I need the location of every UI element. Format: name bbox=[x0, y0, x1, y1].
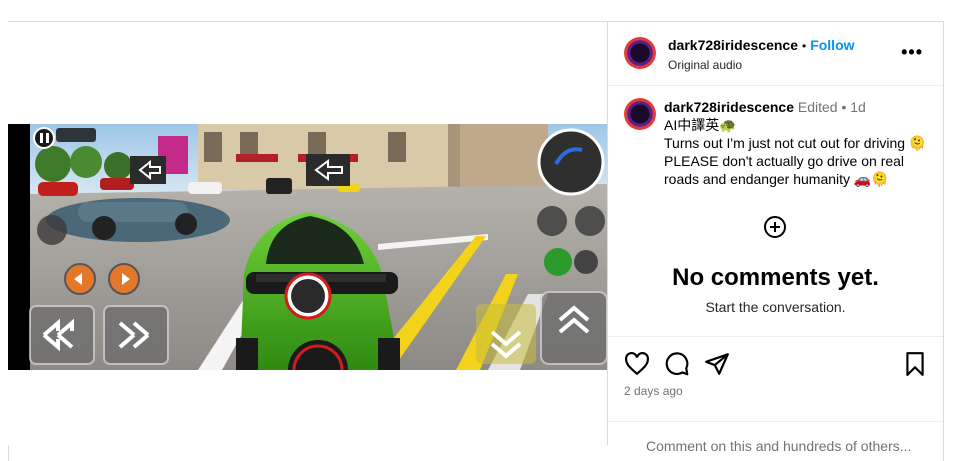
share-send-icon[interactable] bbox=[704, 351, 730, 377]
caption-age: 1d bbox=[850, 99, 866, 115]
caption: dark728iridescence Edited • 1d AI中譯英🐢 Tu… bbox=[664, 98, 934, 188]
comment-input[interactable]: Comment on this and hundreds of others..… bbox=[608, 421, 943, 454]
save-bookmark-icon[interactable] bbox=[902, 351, 928, 377]
audio-label[interactable]: Original audio bbox=[668, 58, 855, 72]
caption-avatar[interactable] bbox=[624, 98, 656, 130]
add-comment-icon bbox=[764, 216, 786, 238]
avatar[interactable] bbox=[624, 37, 656, 69]
action-bar: 2 days ago Comment on this and hundreds … bbox=[608, 336, 943, 454]
header-username[interactable]: dark728iridescence bbox=[668, 37, 798, 53]
follow-button[interactable]: Follow bbox=[810, 37, 854, 53]
media-area bbox=[8, 22, 607, 445]
post-date: 2 days ago bbox=[624, 384, 683, 398]
caption-separator: • bbox=[841, 99, 847, 115]
comment-icon[interactable] bbox=[664, 351, 690, 377]
caption-line-2: Turns out I'm just not cut out for drivi… bbox=[664, 135, 927, 151]
caption-line-1: AI中譯英🐢 bbox=[664, 117, 737, 133]
caption-line-3: PLEASE don't actually go drive on real r… bbox=[664, 153, 905, 187]
more-options-icon[interactable]: ••• bbox=[901, 42, 923, 63]
comment-placeholder: Comment on this and hundreds of others..… bbox=[646, 438, 912, 454]
no-comments-subtitle: Start the conversation. bbox=[705, 299, 846, 315]
caption-username[interactable]: dark728iridescence bbox=[664, 99, 794, 115]
post-header: dark728iridescence • Follow Original audio… bbox=[608, 22, 943, 86]
game-scene bbox=[8, 124, 607, 370]
like-heart-icon[interactable] bbox=[624, 351, 650, 377]
post-side-panel: dark728iridescence • Follow Original audio… bbox=[608, 22, 943, 454]
caption-edited: Edited bbox=[797, 99, 838, 115]
header-separator: • bbox=[801, 39, 807, 53]
no-comments-title: No comments yet. bbox=[672, 264, 879, 291]
game-video[interactable] bbox=[8, 124, 607, 370]
